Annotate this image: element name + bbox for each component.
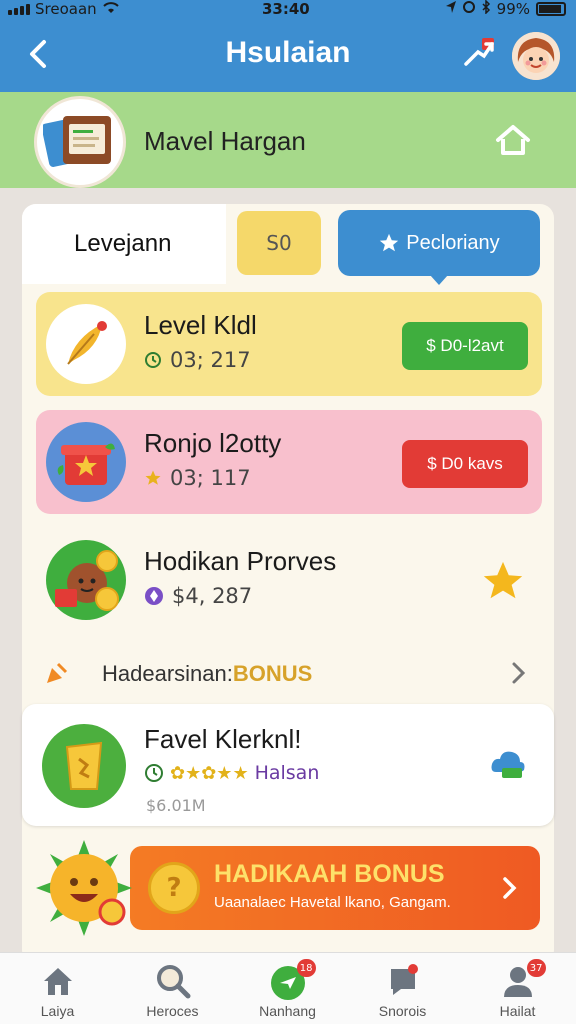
nav-item-home[interactable]: Laiya bbox=[0, 953, 115, 1024]
list-item-level[interactable]: Level Kldl 03; 217 $ D0-l2avt bbox=[36, 292, 542, 396]
home-icon bbox=[496, 125, 530, 155]
search-icon bbox=[153, 961, 193, 1001]
send-icon: 18 bbox=[268, 959, 316, 1001]
clock-icon bbox=[145, 352, 161, 368]
signal-icon bbox=[8, 3, 30, 15]
bonus-row[interactable]: Hadearsinan:BONUS bbox=[36, 648, 542, 700]
gift-box-icon bbox=[57, 443, 115, 485]
avatar-face-icon bbox=[512, 32, 560, 80]
item-meta: 03; 217 bbox=[170, 348, 251, 372]
favorite-star-icon[interactable] bbox=[480, 558, 526, 604]
feather-pen-icon bbox=[67, 321, 107, 365]
item-action-button[interactable]: $ D0-l2avt bbox=[402, 322, 528, 370]
list-item-hodikan[interactable]: Hodikan Prorves $4, 287 bbox=[36, 528, 542, 632]
party-horn-icon bbox=[47, 662, 68, 683]
item-title: Level Kldl bbox=[144, 310, 257, 340]
user-avatar[interactable] bbox=[512, 32, 560, 80]
nav-item-profile[interactable]: 37 Hailat bbox=[460, 953, 575, 1024]
status-right: 99% bbox=[445, 0, 566, 18]
battery-percent: 99% bbox=[496, 0, 530, 18]
item-meta: $4, 287 bbox=[172, 584, 253, 608]
coin-icon: ? bbox=[148, 862, 200, 914]
featured-meta: Halsan bbox=[254, 762, 320, 784]
nav-label: Laiya bbox=[40, 1003, 75, 1019]
folder-cards-icon bbox=[43, 116, 111, 167]
status-time: 33:40 bbox=[262, 0, 310, 18]
item-title: Hodikan Prorves bbox=[144, 546, 337, 576]
item-meta: 03; 117 bbox=[170, 466, 251, 490]
tab-level[interactable]: Levejann bbox=[22, 204, 226, 284]
promo-title: HADIKAAH BONUS bbox=[214, 860, 445, 888]
star-icon bbox=[380, 233, 399, 252]
cloud-upload-icon[interactable] bbox=[488, 744, 528, 784]
nav-badge: 37 bbox=[526, 959, 546, 977]
item-title: Ronjo l2otty bbox=[144, 428, 282, 458]
nav-label: Heroces bbox=[146, 1003, 199, 1019]
item-action-button[interactable]: $ D0 kavs bbox=[402, 440, 528, 488]
share-icon bbox=[464, 38, 494, 66]
featured-amount: $6.01M bbox=[146, 796, 206, 815]
nav-item-search[interactable]: Heroces bbox=[115, 953, 230, 1024]
rating-stars-icon: ✿★✿★★ bbox=[170, 762, 249, 784]
featured-card[interactable]: Favel Klerknl! ✿★✿★★ Halsan $6.01M bbox=[22, 704, 554, 826]
star-icon bbox=[145, 470, 161, 485]
home-icon bbox=[38, 961, 78, 1001]
home-button[interactable] bbox=[494, 122, 532, 158]
featured-title: Favel Klerknl! bbox=[144, 724, 302, 754]
status-left: Sreoaan bbox=[8, 0, 120, 18]
wifi-icon bbox=[102, 0, 120, 18]
chevron-right-icon bbox=[503, 877, 517, 899]
sun-mascot-icon bbox=[36, 840, 132, 936]
gem-icon bbox=[145, 587, 163, 605]
location-icon bbox=[445, 0, 457, 18]
nav-label: Snorois bbox=[378, 1003, 427, 1019]
share-button[interactable] bbox=[462, 36, 498, 72]
coin-character-icon bbox=[55, 550, 119, 611]
battery-icon bbox=[536, 2, 566, 16]
profile-picture[interactable] bbox=[34, 96, 126, 188]
item-icon bbox=[46, 304, 126, 384]
nav-label: Nanhang bbox=[259, 1003, 316, 1019]
status-bar: Sreoaan 33:40 99% bbox=[0, 0, 576, 22]
item-subtitle: $4, 287 bbox=[144, 584, 252, 608]
person-icon: 37 bbox=[498, 959, 546, 1001]
featured-subtitle: ✿★✿★★ Halsan bbox=[144, 762, 319, 784]
chevron-right-icon bbox=[512, 662, 526, 684]
nav-item-chat[interactable]: Snorois bbox=[345, 953, 460, 1024]
nav-label: Hailat bbox=[499, 1003, 536, 1019]
bonus-prefix: Hadearsinan: bbox=[102, 661, 233, 686]
refresh-icon bbox=[145, 764, 163, 782]
carrier-name: Sreoaan bbox=[35, 0, 97, 18]
profile-name: Mavel Hargan bbox=[144, 126, 306, 156]
promo-subtitle: Uaanalaec Havetal lkano, Gangam. bbox=[214, 894, 451, 911]
promo-banner[interactable]: ? HADIKAAH BONUS Uaanalaec Havetal lkano… bbox=[130, 846, 540, 930]
alarm-icon bbox=[462, 0, 475, 18]
jar-icon bbox=[65, 741, 103, 790]
item-subtitle: 03; 217 bbox=[144, 348, 251, 372]
item-icon bbox=[46, 422, 126, 502]
top-app-bar: Sreoaan 33:40 99% Hsulaian bbox=[0, 0, 576, 92]
bottom-nav: Laiya Heroces 18 Nanhang Snorois 37 Hail… bbox=[0, 952, 576, 1024]
item-icon bbox=[46, 540, 126, 620]
score-badge[interactable]: S0 bbox=[237, 211, 321, 275]
list-item-ronjo[interactable]: Ronjo l2otty 03; 117 $ D0 kavs bbox=[36, 410, 542, 514]
bonus-label: Hadearsinan:BONUS bbox=[102, 661, 312, 687]
nav-badge: 18 bbox=[296, 959, 316, 977]
nav-item-center[interactable]: 18 Nanhang bbox=[230, 953, 345, 1024]
bonus-highlight: BONUS bbox=[232, 661, 313, 686]
chat-icon bbox=[383, 961, 423, 1001]
bluetooth-icon bbox=[481, 0, 491, 18]
tab-popular-label: Pecloriany bbox=[406, 231, 500, 254]
featured-icon bbox=[42, 724, 126, 808]
tab-popular[interactable]: Pecloriany bbox=[338, 210, 540, 285]
item-subtitle: 03; 117 bbox=[144, 466, 251, 490]
